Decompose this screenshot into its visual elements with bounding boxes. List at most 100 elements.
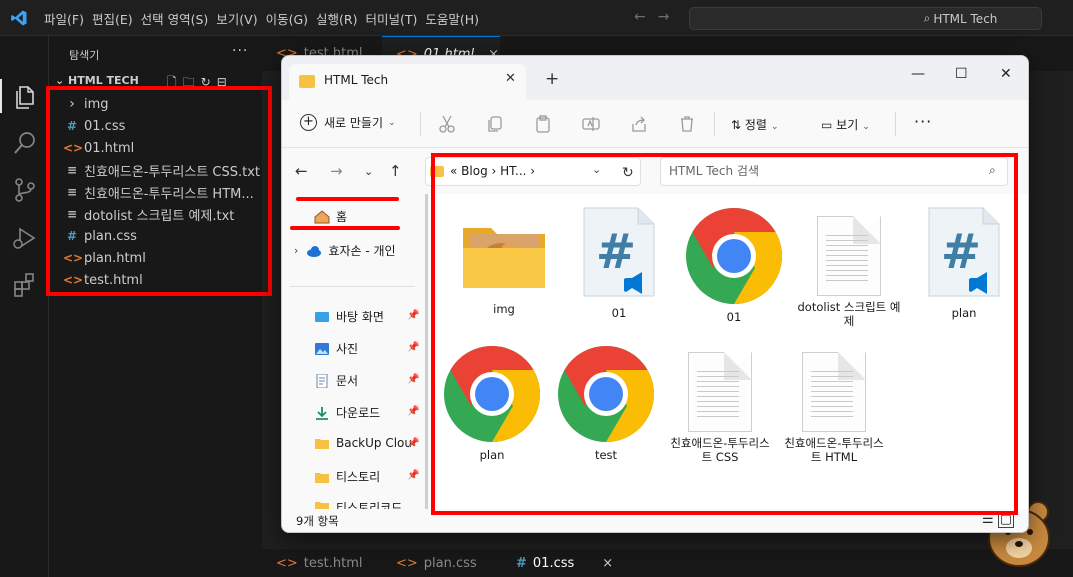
forward-icon[interactable]: → <box>330 162 343 180</box>
cloud-icon <box>307 245 322 257</box>
home-icon <box>314 209 330 223</box>
search-icon: ⌕ <box>923 11 931 25</box>
source-control-icon[interactable] <box>11 176 39 204</box>
history-nav: ← → <box>634 9 681 25</box>
nav-downloads[interactable]: 다운로드 <box>314 404 420 421</box>
minimize-icon[interactable]: — <box>911 66 925 82</box>
folder-icon <box>315 502 329 509</box>
menu-edit[interactable]: 편집(E) <box>92 9 133 28</box>
tab-test-html[interactable]: <> test.html <box>276 549 363 577</box>
more-options-icon[interactable]: ··· <box>914 112 932 131</box>
pin-icon[interactable]: 📌 <box>407 438 419 449</box>
up-icon[interactable]: ↑ <box>389 162 402 180</box>
go-back-icon[interactable]: ← <box>634 9 646 25</box>
nav-home[interactable]: 홈 <box>314 208 420 225</box>
tab-plan-css[interactable]: <> plan.css <box>396 549 477 577</box>
annotation-box-vscode <box>46 86 272 296</box>
pin-icon[interactable]: 📌 <box>407 310 419 321</box>
navpane-scrollbar[interactable] <box>425 194 428 509</box>
copy-icon[interactable] <box>485 114 505 134</box>
new-button[interactable]: + 새로 만들기 ⌄ <box>300 114 396 131</box>
chevron-right-icon: › <box>294 244 299 257</box>
menu-view[interactable]: 보기(V) <box>216 9 257 28</box>
chevron-down-icon: ⌄ <box>388 117 396 128</box>
nav-desktop[interactable]: 바탕 화면 <box>314 308 420 325</box>
nav-tistory[interactable]: 티스토리 <box>314 468 420 485</box>
run-debug-icon[interactable] <box>11 224 39 252</box>
chevron-down-icon: ⌄ <box>862 122 870 132</box>
documents-icon <box>316 373 328 388</box>
nav-label: 사진 <box>336 342 359 356</box>
tab-01-css[interactable]: # 01.css × <box>516 549 613 577</box>
vscode-logo-icon <box>11 10 27 26</box>
search-icon[interactable] <box>11 129 39 157</box>
separator <box>895 112 896 136</box>
paste-icon[interactable] <box>533 114 553 134</box>
more-actions-icon[interactable]: ··· <box>232 43 248 59</box>
tab-label: 01.css <box>532 555 575 571</box>
plus-icon: + <box>300 114 317 131</box>
cut-icon[interactable] <box>437 114 457 134</box>
menu-selection[interactable]: 선택 영역(S) <box>141 9 209 28</box>
css-file-icon: # <box>516 555 527 571</box>
html-file-icon: <> <box>396 555 418 571</box>
nav-label: 문서 <box>336 374 359 388</box>
share-icon[interactable] <box>629 114 649 134</box>
vscode-titlebar: 파일(F) 편집(E) 선택 영역(S) 보기(V) 이동(G) 실행(R) 터… <box>0 0 1073 36</box>
folder-icon <box>315 472 329 483</box>
pictures-icon <box>315 342 329 355</box>
desktop-icon <box>315 311 329 322</box>
recent-locations-icon[interactable]: ⌄ <box>364 165 373 178</box>
nav-onedrive[interactable]: › 효자손 - 개인 <box>294 242 418 259</box>
explorer-files-icon[interactable] <box>11 83 39 111</box>
command-center[interactable]: ⌕ HTML Tech <box>689 7 1042 30</box>
active-indicator <box>0 79 2 113</box>
maximize-icon[interactable]: ☐ <box>955 66 968 82</box>
menu-bar: 파일(F) 편집(E) 선택 영역(S) 보기(V) 이동(G) 실행(R) 터… <box>44 0 487 36</box>
sort-button[interactable]: ⇅ 정렬 ⌄ <box>731 116 779 133</box>
view-button[interactable]: ▭ 보기 ⌄ <box>821 116 870 133</box>
bottom-tab-bar: <> test.html <> plan.css # 01.css × <box>262 549 1073 577</box>
folder-icon <box>315 439 329 449</box>
menu-run[interactable]: 실행(R) <box>316 9 357 28</box>
annotation-underline <box>296 197 399 201</box>
close-window-icon[interactable]: ✕ <box>1000 66 1012 82</box>
go-forward-icon[interactable]: → <box>658 9 670 25</box>
sidebar-title: 탐색기 <box>69 49 100 62</box>
nav-backup-cloud[interactable]: BackUp Clou <box>314 436 420 450</box>
annotation-box-explorer <box>431 153 1018 515</box>
nav-tistory-code[interactable]: 티스토리코드 <box>314 499 420 509</box>
item-count: 9개 항목 <box>296 514 339 528</box>
nav-documents[interactable]: 문서 <box>314 372 420 389</box>
nav-label: 효자손 - 개인 <box>328 244 396 258</box>
sort-label: 정렬 <box>744 118 767 132</box>
nav-pictures[interactable]: 사진 <box>314 340 420 357</box>
nav-label: 홈 <box>336 210 348 224</box>
pin-icon[interactable]: 📌 <box>407 342 419 353</box>
back-icon[interactable]: ← <box>295 162 308 180</box>
divider <box>290 286 415 287</box>
explorer-command-bar: + 새로 만들기 ⌄ ⇅ 정렬 ⌄ ▭ 보기 ⌄ ··· <box>282 100 1028 148</box>
view-label: 보기 <box>836 118 859 132</box>
explorer-tab-bar: HTML Tech ✕ + — ☐ ✕ <box>282 56 1028 100</box>
extensions-icon[interactable] <box>11 270 39 298</box>
pin-icon[interactable]: 📌 <box>407 406 419 417</box>
pin-icon[interactable]: 📌 <box>407 470 419 481</box>
menu-help[interactable]: 도움말(H) <box>425 9 479 28</box>
menu-terminal[interactable]: 터미널(T) <box>366 9 418 28</box>
nav-label: 다운로드 <box>336 406 381 420</box>
nav-label: 바탕 화면 <box>336 310 384 324</box>
menu-go[interactable]: 이동(G) <box>266 9 308 28</box>
separator <box>420 112 421 136</box>
close-tab-icon[interactable]: ✕ <box>505 71 516 86</box>
close-tab-icon[interactable]: × <box>602 556 613 571</box>
menu-file[interactable]: 파일(F) <box>44 9 84 28</box>
pin-icon[interactable]: 📌 <box>407 374 419 385</box>
tab-label: test.html <box>303 555 363 571</box>
chevron-down-icon: ⌄ <box>770 122 779 132</box>
tab-label: plan.css <box>423 555 477 571</box>
delete-icon[interactable] <box>677 114 697 134</box>
rename-icon[interactable] <box>581 114 601 134</box>
explorer-tab[interactable]: HTML Tech ✕ <box>289 64 526 100</box>
new-tab-icon[interactable]: + <box>545 69 559 89</box>
